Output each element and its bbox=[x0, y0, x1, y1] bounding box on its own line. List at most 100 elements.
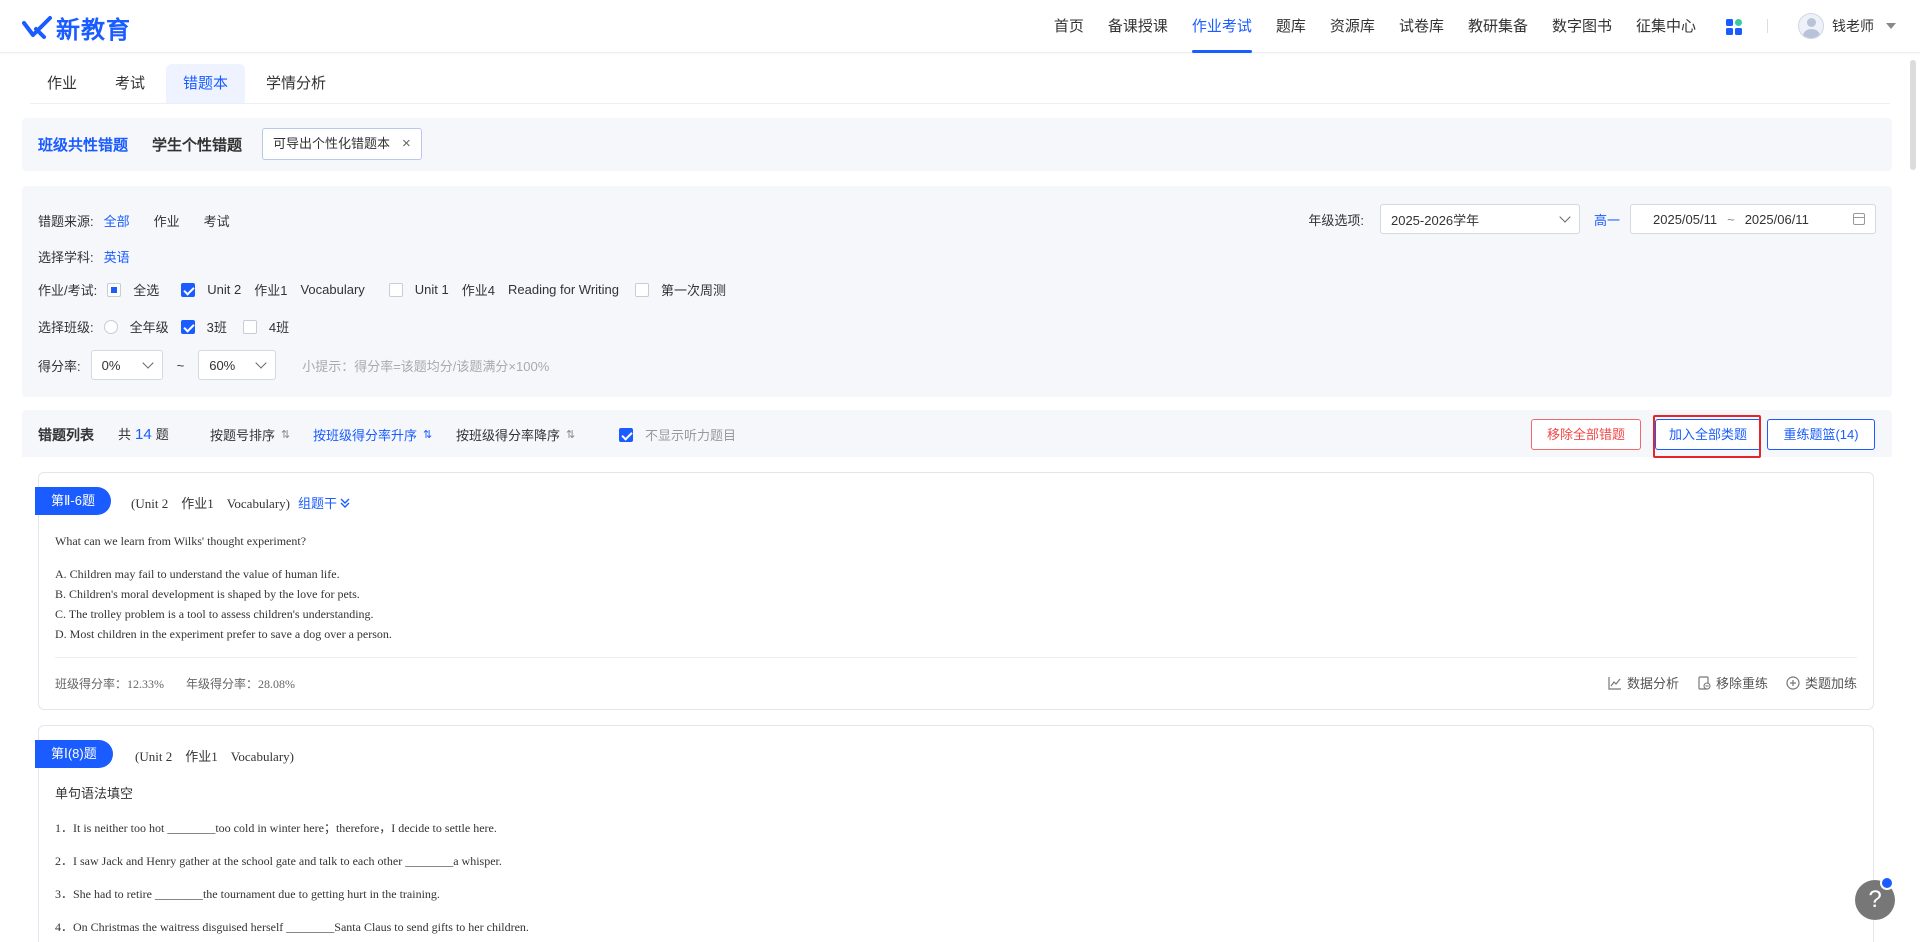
chevron-down-icon bbox=[1559, 211, 1571, 223]
year-select[interactable]: 2025-2026学年 bbox=[1379, 204, 1580, 234]
sort-by-rate-asc-label: 按班级得分率升序 bbox=[313, 428, 418, 443]
chart-icon bbox=[1608, 676, 1621, 690]
plus-circle-icon bbox=[1786, 675, 1800, 690]
question-title: 单句语法填空 bbox=[55, 786, 134, 801]
user-menu[interactable]: 钱老师 bbox=[1798, 13, 1896, 39]
remove-all-button[interactable]: 移除全部错题 bbox=[1531, 419, 1641, 450]
subject-row: 选择学科: 英语 bbox=[38, 247, 154, 266]
question-stem: What can we learn from Wilks' thought ex… bbox=[55, 534, 307, 548]
source-option-exam[interactable]: 考试 bbox=[204, 211, 230, 230]
highlight-box bbox=[1653, 415, 1761, 458]
nav-item-digital-books[interactable]: 数字图书 bbox=[1540, 0, 1624, 53]
option-b: B. Children's moral development is shape… bbox=[55, 587, 360, 601]
score-label: 得分率: bbox=[38, 358, 81, 374]
data-analysis-button[interactable]: 数据分析 bbox=[1608, 673, 1679, 692]
logo-icon bbox=[22, 15, 52, 39]
homework-unit1-hw: 作业4 bbox=[461, 283, 495, 298]
hide-listening-toggle[interactable]: 不显示听力题目 bbox=[619, 425, 736, 444]
nav-item-research[interactable]: 教研集备 bbox=[1456, 0, 1540, 53]
sort-by-rate-asc[interactable]: 按班级得分率升序 ⇅ bbox=[313, 425, 432, 444]
question-card: 第Ⅰ(8)题 (Unit 2 作业1 Vocabulary) 单句语法填空 1．… bbox=[35, 725, 1874, 942]
similar-practice-label: 类题加练 bbox=[1804, 676, 1857, 691]
main-nav: 首页 备课授课 作业考试 题库 资源库 试卷库 教研集备 数字图书 征集中心 bbox=[1042, 0, 1708, 53]
list-title: 错题列表 bbox=[38, 427, 94, 443]
date-range-picker[interactable]: 2025/05/11 ~ 2025/06/11 bbox=[1630, 204, 1876, 234]
source-row: 错题来源: 全部 作业 考试 bbox=[38, 211, 254, 230]
source-label: 错题来源: bbox=[38, 214, 94, 229]
filter-panel: 错题来源: 全部 作业 考试 选择学科: 英语 作业/考试: 全选 Unit 2… bbox=[22, 186, 1892, 397]
question-badge: 第Ⅱ-6题 bbox=[35, 487, 111, 515]
tab-divider bbox=[30, 103, 1890, 104]
source-option-homework[interactable]: 作业 bbox=[154, 211, 180, 230]
select-all-label: 全选 bbox=[133, 283, 160, 298]
sort-by-rate-desc[interactable]: 按班级得分率降序 ⇅ bbox=[456, 425, 575, 444]
subject-label: 选择学科: bbox=[38, 250, 94, 265]
question-badge: 第Ⅰ(8)题 bbox=[35, 740, 113, 768]
nav-item-collection[interactable]: 征集中心 bbox=[1624, 0, 1708, 53]
year-filter: 年级选项: 2025-2026学年 高一 2025/05/11 ~ 2025/0… bbox=[1308, 204, 1876, 234]
top-navbar: 新教育 首页 备课授课 作业考试 题库 资源库 试卷库 教研集备 数字图书 征集… bbox=[0, 0, 1920, 53]
question-source: (Unit 2 作业1 Vocabulary) bbox=[135, 749, 294, 764]
homework-unit1-topic: Reading for Writing bbox=[507, 282, 620, 297]
date-end: 2025/06/11 bbox=[1744, 211, 1809, 227]
brand-logo[interactable]: 新教育 bbox=[22, 10, 131, 45]
tab-class-common[interactable]: 班级共性错题 bbox=[38, 134, 128, 155]
close-icon[interactable]: × bbox=[402, 129, 411, 159]
user-name: 钱老师 bbox=[1832, 18, 1874, 34]
score-max-value: 60% bbox=[209, 357, 236, 373]
calendar-icon bbox=[1853, 213, 1865, 225]
homework-checkbox-weekly[interactable] bbox=[635, 282, 650, 297]
grade-rate: 年级得分率：28.08% bbox=[186, 675, 295, 692]
question-meta: (Unit 2 作业1 Vocabulary) bbox=[135, 746, 294, 765]
homework-unit2-hw: 作业1 bbox=[254, 283, 288, 298]
tab-wrong-book[interactable]: 错题本 bbox=[166, 64, 246, 104]
grade-rate-value: 28.08% bbox=[258, 677, 296, 691]
nav-item-question-bank[interactable]: 题库 bbox=[1264, 0, 1318, 53]
tab-homework[interactable]: 作业 bbox=[30, 64, 94, 104]
nav-item-lesson-prep[interactable]: 备课授课 bbox=[1096, 0, 1180, 53]
nav-divider bbox=[1767, 19, 1768, 33]
card-actions: 数据分析 移除重练 类题加练 bbox=[1608, 673, 1857, 692]
select-all-checkbox[interactable] bbox=[107, 282, 122, 297]
sort-icon: ⇅ bbox=[423, 429, 433, 441]
score-separator: ~ bbox=[176, 357, 185, 373]
class-checkbox-3[interactable] bbox=[180, 319, 195, 334]
chevron-down-icon bbox=[1886, 23, 1896, 29]
avatar bbox=[1798, 13, 1824, 39]
nav-item-paper-bank[interactable]: 试卷库 bbox=[1387, 0, 1456, 53]
similar-practice-button[interactable]: 类题加练 bbox=[1786, 673, 1857, 692]
class-checkbox-4[interactable] bbox=[242, 319, 257, 334]
tab-analysis[interactable]: 学情分析 bbox=[249, 64, 343, 104]
hide-listening-checkbox[interactable] bbox=[619, 427, 633, 442]
class-4-label: 4班 bbox=[268, 320, 290, 335]
subject-option-english[interactable]: 英语 bbox=[104, 247, 130, 266]
homework-checkbox-unit2[interactable] bbox=[181, 282, 196, 297]
grade-rate-label: 年级得分率： bbox=[186, 677, 259, 691]
count-number: 14 bbox=[135, 426, 152, 443]
class-radio-all-grade[interactable] bbox=[103, 319, 118, 334]
apps-grid-icon[interactable] bbox=[1725, 18, 1743, 36]
grade-link[interactable]: 高一 bbox=[1594, 210, 1620, 229]
homework-checkbox-unit1[interactable] bbox=[388, 282, 403, 297]
count-prefix: 共 bbox=[118, 427, 132, 442]
source-option-all[interactable]: 全部 bbox=[104, 211, 130, 230]
page-scrollbar[interactable] bbox=[1910, 60, 1916, 170]
tab-exam[interactable]: 考试 bbox=[98, 64, 162, 104]
sort-icon: ⇅ bbox=[566, 429, 576, 441]
sort-by-number[interactable]: 按题号排序 ⇅ bbox=[210, 425, 290, 444]
nav-item-homework-exam[interactable]: 作业考试 bbox=[1180, 0, 1264, 53]
blank-line-3: 3．She had to retire ________the tourname… bbox=[55, 887, 440, 901]
score-max-select[interactable]: 60% bbox=[198, 350, 277, 380]
tab-student-personal[interactable]: 学生个性错题 bbox=[152, 134, 242, 155]
score-min-select[interactable]: 0% bbox=[90, 350, 163, 380]
nav-item-home[interactable]: 首页 bbox=[1042, 0, 1096, 53]
export-tag[interactable]: 可导出个性化错题本 × bbox=[262, 128, 422, 160]
homework-row: 作业/考试: 全选 Unit 2 作业1 Vocabulary Unit 1 作… bbox=[38, 280, 726, 299]
nav-item-resources[interactable]: 资源库 bbox=[1318, 0, 1387, 53]
retrain-basket-button[interactable]: 重练题篮(14) bbox=[1767, 419, 1875, 450]
score-hint: 小提示：得分率=该题均分/该题满分×100% bbox=[302, 358, 550, 374]
option-d: D. Most children in the experiment prefe… bbox=[55, 627, 392, 641]
question-card: 第Ⅱ-6题 (Unit 2 作业1 Vocabulary) 组题干 What c… bbox=[35, 472, 1874, 710]
group-stem-toggle[interactable]: 组题干 bbox=[298, 493, 351, 512]
remove-retrain-button[interactable]: 移除重练 bbox=[1697, 673, 1768, 692]
